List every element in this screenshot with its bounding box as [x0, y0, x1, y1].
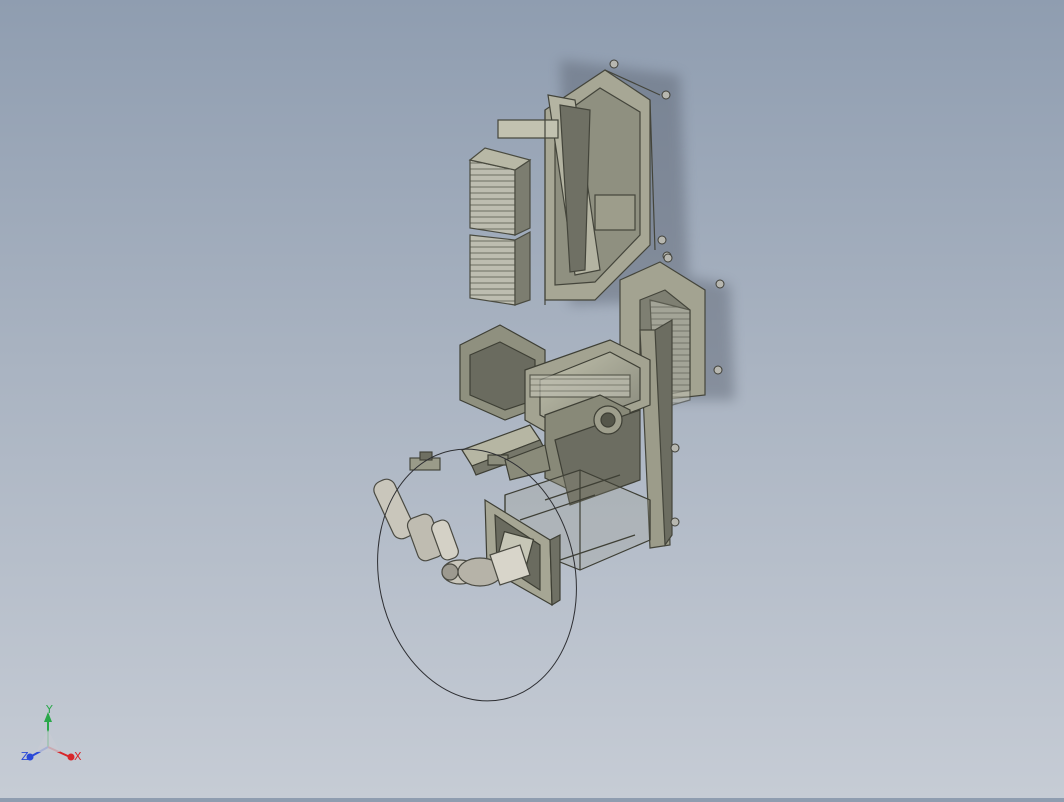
y-axis-label: Y [45, 703, 53, 716]
assembly-model[interactable] [0, 0, 1064, 798]
upper-slat-panels [468, 147, 532, 306]
cad-viewport[interactable] [0, 0, 1064, 798]
z-axis-label: Z [21, 750, 29, 763]
coordinate-triad: Y X Z [18, 702, 88, 772]
x-axis-label: X [74, 750, 82, 763]
slide-cylinder [461, 424, 551, 481]
